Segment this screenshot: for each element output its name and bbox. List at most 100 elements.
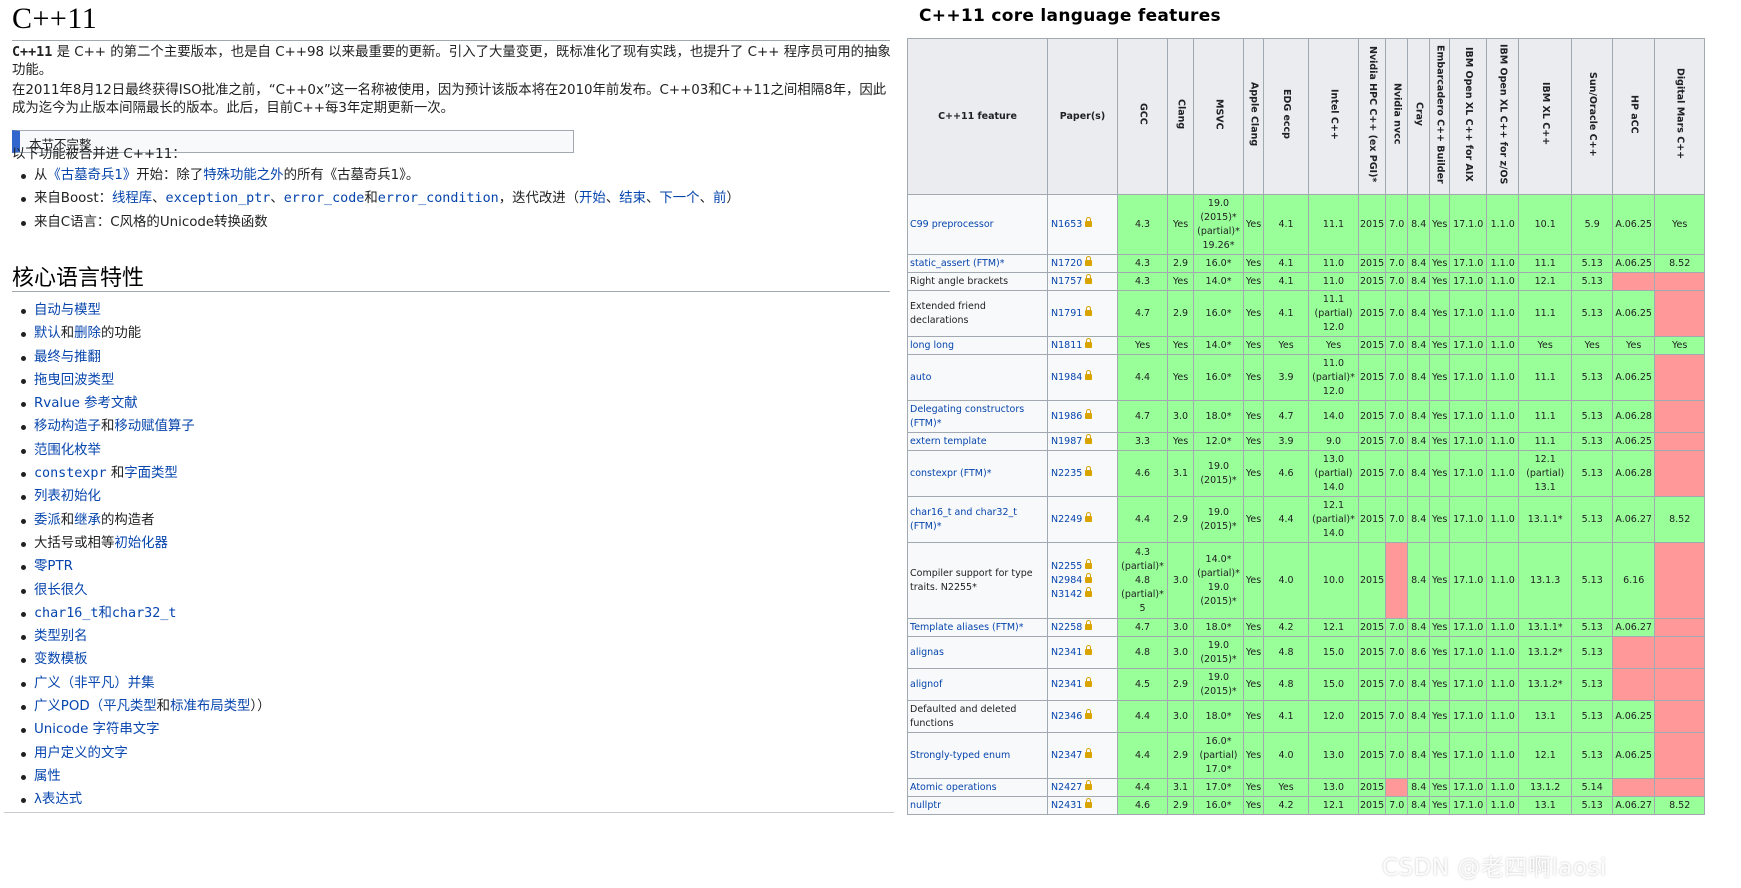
feature-cell[interactable]: auto [907, 354, 1048, 401]
paper-cell[interactable]: N2347 [1047, 732, 1118, 779]
paper-cell[interactable]: N1984 [1047, 354, 1118, 401]
paper-link[interactable]: N1986 [1051, 411, 1082, 422]
paper-cell[interactable]: N2427 [1047, 778, 1118, 797]
feature-cell[interactable]: Strongly-typed enum [907, 732, 1048, 779]
paper-link[interactable]: N2255 [1051, 561, 1082, 572]
paper-link[interactable]: N2341 [1051, 679, 1082, 690]
paper-link[interactable]: N2258 [1051, 622, 1082, 633]
support-cell-yes: 8.4 [1407, 194, 1431, 255]
link-next[interactable]: 下一个 [659, 191, 699, 206]
paper-cell[interactable]: N2235 [1047, 450, 1118, 497]
paper-cell[interactable]: N2258 [1047, 618, 1118, 637]
paper-link[interactable]: N2984 [1051, 575, 1082, 586]
paper-link[interactable]: N1757 [1051, 276, 1082, 287]
core-link-user-literals[interactable]: 用户定义的文字 [34, 746, 128, 761]
feature-cell[interactable]: char16_t and char32_t (FTM)* [907, 496, 1048, 543]
paper-link[interactable]: N2427 [1051, 782, 1082, 793]
paper-link[interactable]: N1987 [1051, 436, 1082, 447]
core-link-deleted[interactable]: 删除 [74, 326, 101, 341]
core-link-unicode-literals[interactable]: Unicode 字符串文字 [34, 722, 160, 737]
core-link-move-constructors[interactable]: 移动构造子 [34, 419, 101, 434]
link-special-functions[interactable]: 特殊功能之外 [203, 168, 283, 183]
paper-cell[interactable]: N2255 N2984 N3142 [1047, 542, 1118, 619]
paper-link[interactable]: N1720 [1051, 258, 1082, 269]
core-link-attributes[interactable]: 属性 [34, 769, 61, 784]
paper-link[interactable]: N1791 [1051, 308, 1082, 319]
paper-link[interactable]: N2431 [1051, 800, 1082, 811]
core-link-trailing-return[interactable]: 拖曳回波类型 [34, 373, 114, 388]
support-cell-yes: Yes [1263, 336, 1309, 355]
paper-cell[interactable]: N1987 [1047, 432, 1118, 451]
core-link-trivial-type[interactable]: 平凡类型 [103, 699, 157, 714]
paper-cell[interactable]: N1791 [1047, 290, 1118, 337]
paper-cell[interactable]: N1811 [1047, 336, 1118, 355]
paper-link[interactable]: N2235 [1051, 468, 1082, 479]
core-link-inheriting[interactable]: 继承 [74, 513, 101, 528]
paper-cell[interactable]: N1720 [1047, 254, 1118, 273]
feature-cell[interactable]: nullptr [907, 796, 1048, 815]
paper-link[interactable]: N1984 [1051, 372, 1082, 383]
core-link-literal-types[interactable]: 字面类型 [124, 466, 178, 481]
feature-cell[interactable]: long long [907, 336, 1048, 355]
core-link-defaulted[interactable]: 默认 [34, 326, 61, 341]
paper-link[interactable]: N1653 [1051, 219, 1082, 230]
core-link-delegating[interactable]: 委派 [34, 513, 61, 528]
core-link-type-alias[interactable]: 类型别名 [34, 629, 88, 644]
core-link-nullptr[interactable]: 零PTR [34, 559, 73, 574]
core-link-move-assignment[interactable]: 移动赋值算子 [114, 419, 194, 434]
link-error-code[interactable]: error_code [284, 191, 365, 206]
core-link-pod[interactable]: 广义POD（ [34, 699, 103, 714]
link-exception-ptr[interactable]: exception_ptr [166, 191, 271, 206]
paper-cell[interactable]: N2346 [1047, 700, 1118, 733]
paper-cell[interactable]: N2249 [1047, 496, 1118, 543]
paper-link[interactable]: N2249 [1051, 514, 1082, 525]
support-cell-yes: 17.1.0 [1449, 668, 1488, 701]
core-link-initializers[interactable]: 初始化器 [114, 536, 168, 551]
feature-cell[interactable]: static_assert (FTM)* [907, 254, 1048, 273]
feature-cell[interactable]: Atomic operations [907, 778, 1048, 797]
feature-cell[interactable]: extern template [907, 432, 1048, 451]
core-link-rvalue-references[interactable]: Rvalue 参考文献 [34, 396, 138, 411]
feature-cell[interactable]: constexpr (FTM)* [907, 450, 1048, 497]
feature-cell[interactable]: Template aliases (FTM)* [907, 618, 1048, 637]
feature-cell[interactable]: Delegating constructors (FTM)* [907, 400, 1048, 433]
link-begin[interactable]: 开始 [579, 191, 606, 206]
core-link-variadic-templates[interactable]: 变数模板 [34, 652, 88, 667]
feature-cell[interactable]: C99 preprocessor [907, 194, 1048, 255]
feature-cell[interactable]: alignas [907, 636, 1048, 669]
core-link-lambda[interactable]: λ表达式 [34, 792, 82, 807]
paper-cell[interactable]: N1986 [1047, 400, 1118, 433]
paper-cell[interactable]: N2341 [1047, 668, 1118, 701]
link-tomb-raider[interactable]: 《古墓奇兵1》 [47, 168, 136, 183]
support-cell-yes: 17.1.0 [1449, 796, 1488, 815]
link-end[interactable]: 结束 [619, 191, 646, 206]
paper-link[interactable]: N2346 [1051, 711, 1082, 722]
paper-link[interactable]: N2347 [1051, 750, 1082, 761]
support-cell-yes: A.06.27 [1612, 796, 1656, 815]
core-link-final-override[interactable]: 最终与推翻 [34, 350, 101, 365]
paper-cell[interactable]: N1653 [1047, 194, 1118, 255]
link-thread-library[interactable]: 线程库 [112, 191, 152, 206]
feature-cell[interactable]: Right angle brackets [907, 272, 1048, 291]
feature-cell[interactable]: Defaulted and deleted functions [907, 700, 1048, 733]
core-link-list-initialization[interactable]: 列表初始化 [34, 489, 101, 504]
paper-cell[interactable]: N2341 [1047, 636, 1118, 669]
core-link-constexpr[interactable]: constexpr [34, 466, 107, 481]
paper-cell[interactable]: N1757 [1047, 272, 1118, 291]
core-link-long-long[interactable]: 很长很久 [34, 583, 88, 598]
paper-link[interactable]: N1811 [1051, 340, 1082, 351]
core-link-unions[interactable]: 广义（非平凡）并集 [34, 676, 155, 691]
core-link-auto[interactable]: 自动与模型 [34, 303, 101, 318]
feature-cell[interactable]: Extended friend declarations [907, 290, 1048, 337]
paper-link[interactable]: N2341 [1051, 647, 1082, 658]
feature-cell[interactable]: Compiler support for type traits. N2255* [907, 542, 1048, 619]
core-link-char16-char32[interactable]: char16_t和char32_t [34, 606, 176, 621]
support-cell-yes: 1.1.0 [1486, 796, 1520, 815]
link-prev[interactable]: 前 [713, 191, 726, 206]
paper-cell[interactable]: N2431 [1047, 796, 1118, 815]
core-link-standard-layout[interactable]: 标准布局类型 [170, 699, 250, 714]
paper-link[interactable]: N3142 [1051, 589, 1082, 600]
feature-cell[interactable]: alignof [907, 668, 1048, 701]
link-error-condition[interactable]: error_condition [378, 191, 499, 206]
core-link-scoped-enums[interactable]: 范围化枚举 [34, 443, 101, 458]
